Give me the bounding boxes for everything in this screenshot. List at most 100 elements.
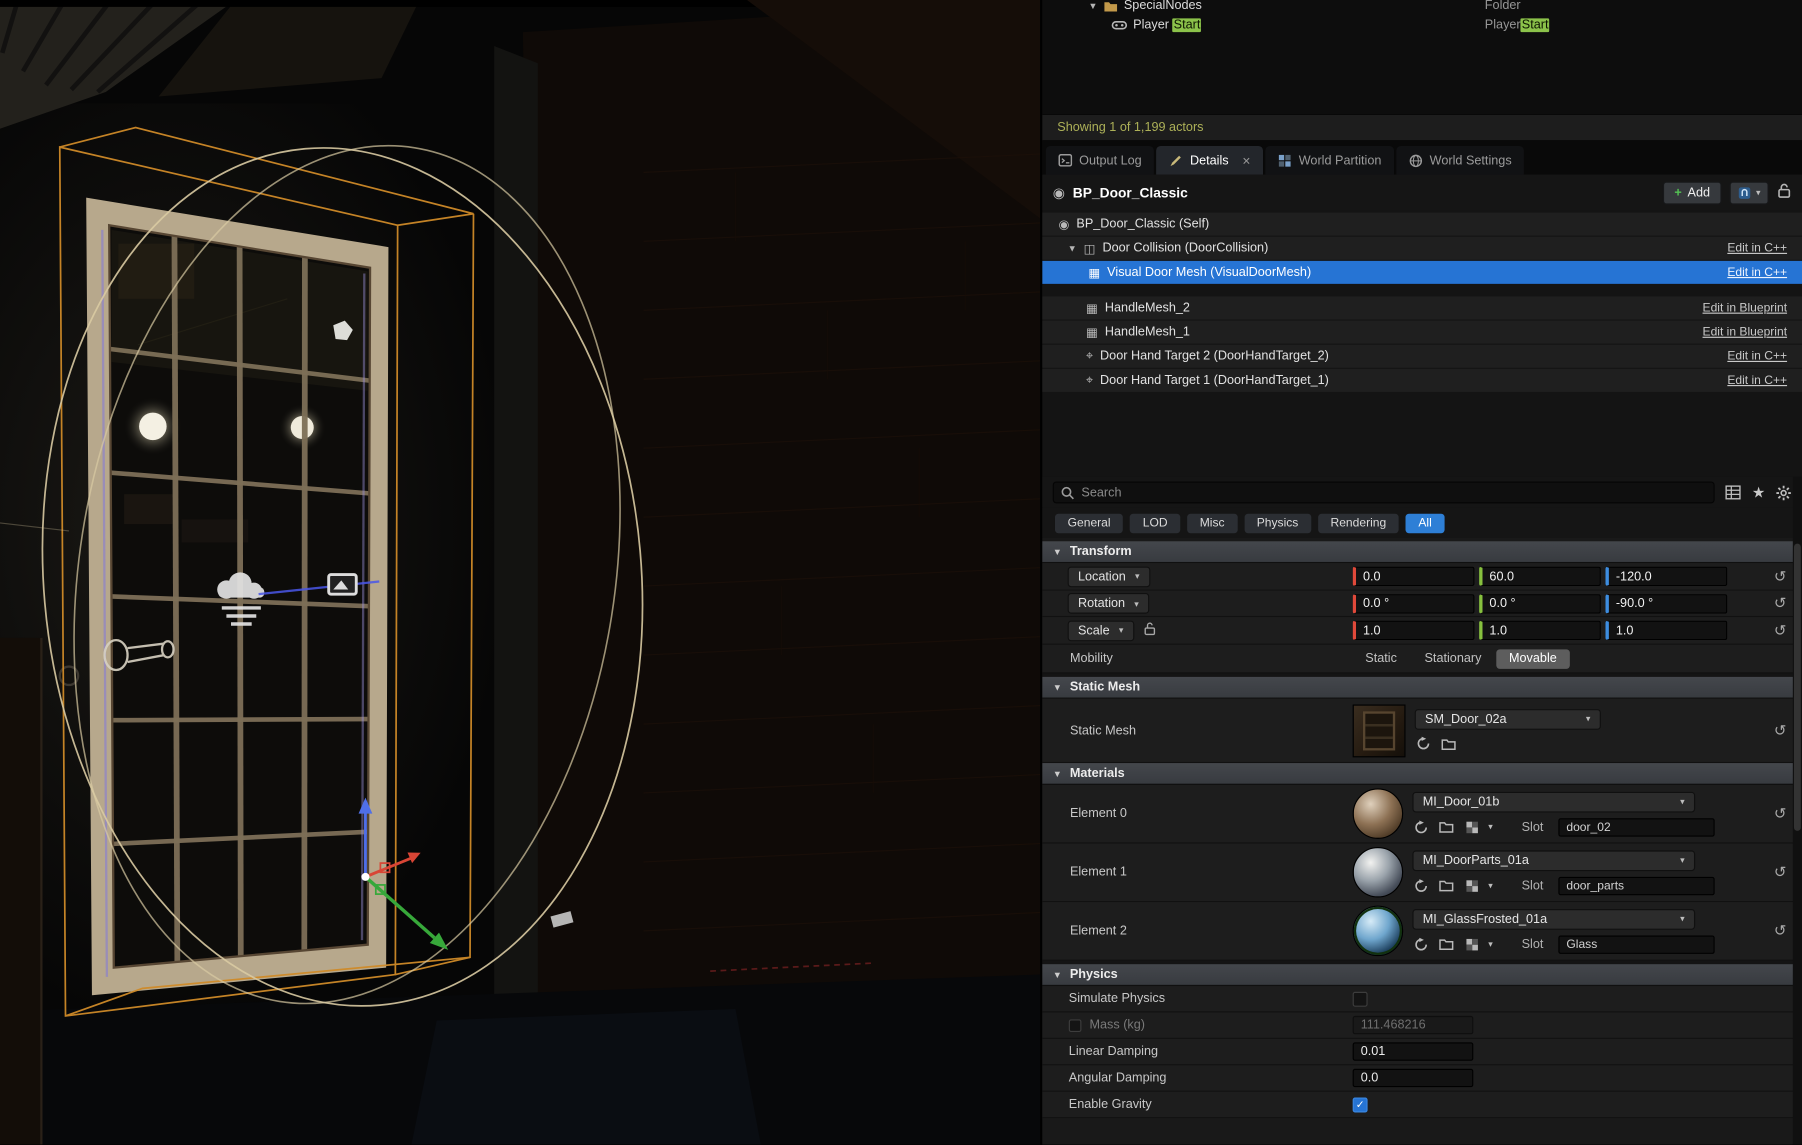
- reset-icon[interactable]: ↺: [1774, 922, 1787, 940]
- material-thumbnail[interactable]: [1353, 906, 1404, 957]
- enable-gravity-checkbox[interactable]: ✓: [1353, 1097, 1368, 1112]
- component-row-self[interactable]: ◉ BP_Door_Classic (Self): [1042, 213, 1802, 236]
- browse-to-asset-icon[interactable]: [1440, 735, 1457, 752]
- reset-icon[interactable]: ↺: [1774, 721, 1787, 739]
- rotation-mode-dropdown[interactable]: Rotation ▾: [1068, 593, 1150, 614]
- use-selected-asset-icon[interactable]: [1415, 735, 1432, 752]
- scale-x-field[interactable]: 1.0: [1353, 621, 1475, 641]
- add-component-button[interactable]: + Add: [1663, 181, 1722, 204]
- tab-world-settings[interactable]: World Settings: [1396, 146, 1524, 175]
- close-icon[interactable]: ×: [1242, 152, 1250, 168]
- edit-in-blueprint-link[interactable]: Edit in Blueprint: [1703, 301, 1788, 315]
- location-mode-dropdown[interactable]: Location ▾: [1068, 566, 1150, 587]
- reset-icon[interactable]: ↺: [1774, 567, 1787, 585]
- section-static-mesh[interactable]: ▼ Static Mesh: [1042, 677, 1802, 699]
- chevron-down-icon[interactable]: ▾: [1488, 939, 1493, 949]
- material-thumbnail[interactable]: [1353, 788, 1404, 839]
- blueprint-edit-button[interactable]: ▾: [1730, 181, 1769, 204]
- folder-icon: [1103, 0, 1118, 12]
- edit-in-blueprint-link[interactable]: Edit in Blueprint: [1703, 325, 1788, 339]
- component-row-door-hand-target2[interactable]: ⌖ Door Hand Target 2 (DoorHandTarget_2) …: [1042, 345, 1802, 368]
- tab-world-partition[interactable]: World Partition: [1265, 146, 1394, 175]
- filter-rendering[interactable]: Rendering: [1318, 513, 1399, 533]
- filter-physics[interactable]: Physics: [1244, 513, 1311, 533]
- use-selected-asset-icon[interactable]: [1412, 935, 1429, 952]
- outliner-row-playerstart[interactable]: Player Start PlayerStart: [1042, 16, 1802, 34]
- reset-icon[interactable]: ↺: [1774, 804, 1787, 822]
- billboard-sprite-icon[interactable]: [329, 575, 357, 595]
- component-row-door-hand-target1[interactable]: ⌖ Door Hand Target 1 (DoorHandTarget_1) …: [1042, 369, 1802, 392]
- lock-icon[interactable]: [1777, 183, 1792, 203]
- material-options-icon[interactable]: [1463, 818, 1480, 835]
- section-physics[interactable]: ▼ Physics: [1042, 964, 1802, 986]
- outliner-row-folder[interactable]: ▼ SpecialNodes Folder: [1042, 0, 1802, 15]
- scale-z-field[interactable]: 1.0: [1605, 621, 1727, 641]
- viewport-3d[interactable]: [0, 0, 1040, 1145]
- browse-to-asset-icon[interactable]: [1438, 818, 1455, 835]
- use-selected-asset-icon[interactable]: [1412, 877, 1429, 894]
- component-row-door-collision[interactable]: ▼ ◫ Door Collision (DoorCollision) Edit …: [1042, 237, 1802, 260]
- edit-in-cpp-link[interactable]: Edit in C++: [1727, 265, 1787, 279]
- edit-in-cpp-link[interactable]: Edit in C++: [1727, 349, 1787, 363]
- location-x-field[interactable]: 0.0: [1353, 567, 1475, 587]
- chevron-down-icon[interactable]: ▾: [1488, 822, 1493, 832]
- favorites-star-icon[interactable]: ★: [1752, 483, 1765, 501]
- static-mesh-thumbnail[interactable]: [1353, 704, 1406, 757]
- use-selected-asset-icon[interactable]: [1412, 818, 1429, 835]
- scale-y-field[interactable]: 1.0: [1479, 621, 1601, 641]
- rotation-x-field[interactable]: 0.0 °: [1353, 594, 1475, 614]
- chevron-down-icon[interactable]: ▼: [1088, 1, 1097, 11]
- chevron-down-icon: ▾: [1135, 571, 1140, 581]
- reset-icon[interactable]: ↺: [1774, 594, 1787, 612]
- material-thumbnail[interactable]: [1353, 847, 1404, 898]
- reset-icon[interactable]: ↺: [1774, 621, 1787, 639]
- tab-output-log[interactable]: Output Log: [1046, 146, 1155, 175]
- material-slot-field[interactable]: door_02: [1558, 818, 1714, 836]
- details-scrollbar[interactable]: [1793, 477, 1802, 1145]
- angular-damping-field[interactable]: 0.0: [1353, 1069, 1474, 1087]
- rotation-z-field[interactable]: -90.0 °: [1605, 594, 1727, 614]
- linear-damping-field[interactable]: 0.01: [1353, 1042, 1474, 1060]
- material-slot-field[interactable]: door_parts: [1558, 876, 1714, 894]
- mobility-static[interactable]: Static: [1353, 649, 1410, 669]
- edit-in-cpp-link[interactable]: Edit in C++: [1727, 241, 1787, 255]
- scale-lock-icon[interactable]: [1143, 622, 1156, 639]
- material-asset-dropdown[interactable]: MI_Door_01b ▾: [1412, 791, 1695, 812]
- filter-misc[interactable]: Misc: [1187, 513, 1237, 533]
- browse-to-asset-icon[interactable]: [1438, 935, 1455, 952]
- mobility-movable[interactable]: Movable: [1496, 649, 1569, 669]
- material-options-icon[interactable]: [1463, 877, 1480, 894]
- component-row-handlemesh2[interactable]: ▦ HandleMesh_2 Edit in Blueprint: [1042, 297, 1802, 320]
- display-grid-icon[interactable]: [1725, 485, 1741, 500]
- chevron-down-icon[interactable]: ▾: [1488, 880, 1493, 890]
- filter-lod[interactable]: LOD: [1130, 513, 1180, 533]
- reset-icon[interactable]: ↺: [1774, 863, 1787, 881]
- search-box[interactable]: [1053, 482, 1715, 504]
- material-options-icon[interactable]: [1463, 935, 1480, 952]
- search-input[interactable]: [1081, 486, 1707, 500]
- mobility-stationary[interactable]: Stationary: [1412, 649, 1494, 669]
- static-mesh-asset-dropdown[interactable]: SM_Door_02a ▾: [1415, 709, 1601, 730]
- section-materials[interactable]: ▼ Materials: [1042, 763, 1802, 785]
- material-asset-dropdown[interactable]: MI_DoorParts_01a ▾: [1412, 850, 1695, 871]
- scale-mode-dropdown[interactable]: Scale ▾: [1068, 620, 1134, 641]
- chevron-down-icon: ▾: [1119, 625, 1124, 635]
- filter-all[interactable]: All: [1406, 513, 1445, 533]
- section-transform[interactable]: ▼ Transform: [1042, 541, 1802, 563]
- row-mass: Mass (kg) 111.468216: [1042, 1012, 1802, 1038]
- rotation-y-field[interactable]: 0.0 °: [1479, 594, 1601, 614]
- chevron-down-icon[interactable]: ▼: [1068, 243, 1077, 253]
- component-row-visual-door-mesh[interactable]: ▦ Visual Door Mesh (VisualDoorMesh) Edit…: [1042, 261, 1802, 284]
- simulate-physics-checkbox[interactable]: [1353, 991, 1368, 1006]
- mass-override-checkbox[interactable]: [1069, 1019, 1082, 1032]
- tab-details[interactable]: Details ×: [1157, 146, 1263, 175]
- filter-general[interactable]: General: [1055, 513, 1123, 533]
- location-y-field[interactable]: 60.0: [1479, 567, 1601, 587]
- edit-in-cpp-link[interactable]: Edit in C++: [1727, 374, 1787, 388]
- location-z-field[interactable]: -120.0: [1605, 567, 1727, 587]
- settings-gear-icon[interactable]: [1776, 484, 1792, 500]
- component-row-handlemesh1[interactable]: ▦ HandleMesh_1 Edit in Blueprint: [1042, 321, 1802, 344]
- material-asset-dropdown[interactable]: MI_GlassFrosted_01a ▾: [1412, 908, 1695, 929]
- material-slot-field[interactable]: Glass: [1558, 935, 1714, 953]
- browse-to-asset-icon[interactable]: [1438, 877, 1455, 894]
